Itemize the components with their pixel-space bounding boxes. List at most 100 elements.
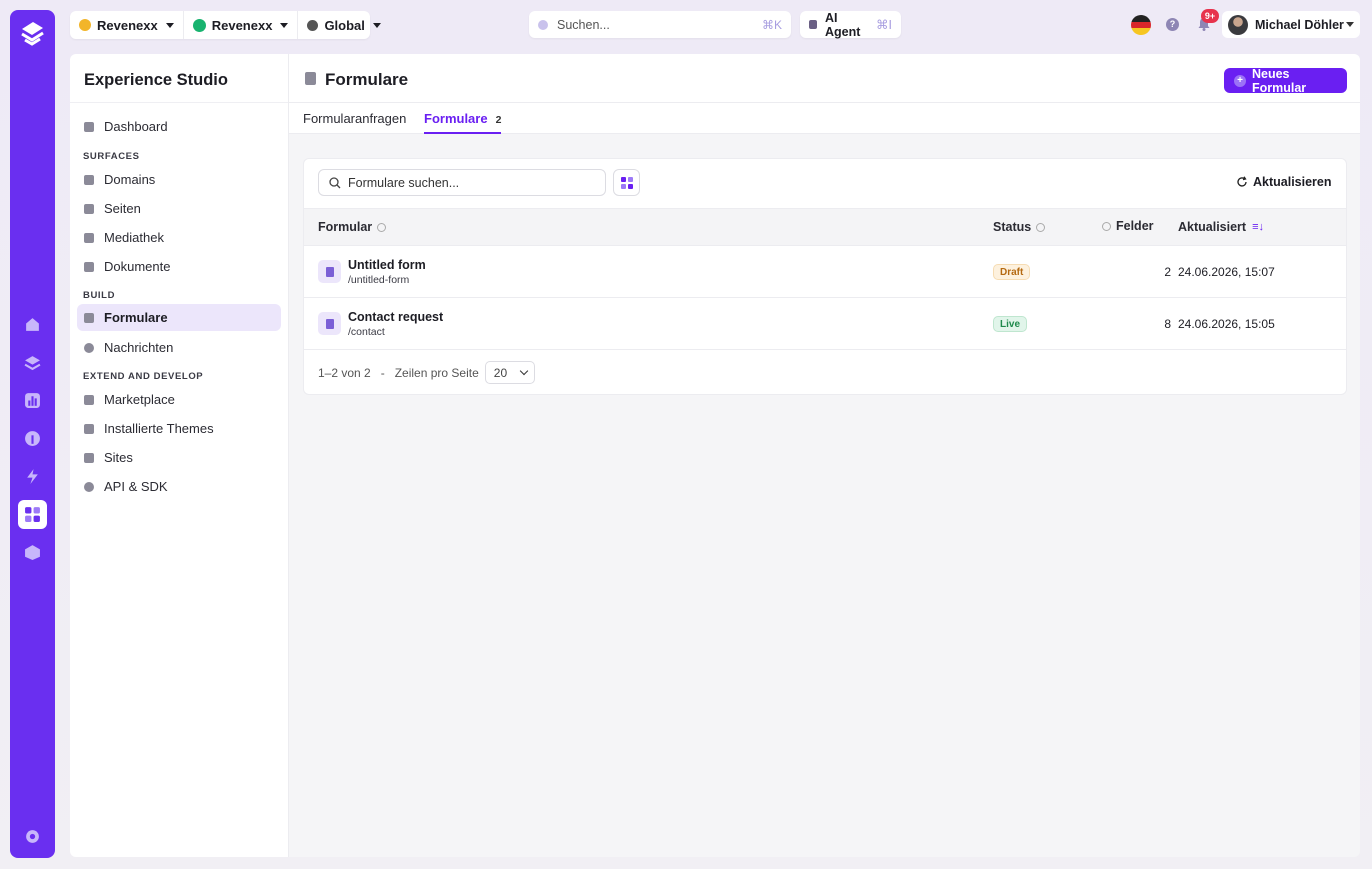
sidebar-item-dashboard[interactable]: Dashboard <box>77 113 281 140</box>
german-flag-icon[interactable] <box>1131 15 1151 35</box>
workspace-label: Revenexx <box>211 17 273 33</box>
rail-cube-icon[interactable] <box>18 538 47 567</box>
messages-icon <box>84 342 94 353</box>
column-info-icon <box>1102 221 1111 231</box>
form-search-placeholder: Formulare suchen... <box>348 175 460 190</box>
sidebar-item-label: Sites <box>104 450 133 465</box>
user-menu[interactable]: Michael Döhler <box>1222 11 1360 38</box>
rows-per-page-label: Zeilen pro Seite <box>394 365 479 380</box>
sidebar-item-label: Formulare <box>104 310 168 325</box>
section-build: BUILD <box>83 290 116 301</box>
sidebar: Experience Studio Dashboard SURFACES Dom… <box>70 54 289 857</box>
column-felder[interactable]: Felder <box>1097 219 1154 233</box>
form-icon <box>318 312 341 335</box>
column-label: Formular <box>318 220 373 234</box>
domains-icon <box>84 174 94 185</box>
pages-icon <box>84 203 94 214</box>
column-aktualisiert[interactable]: Aktualisiert ≡↓ <box>1178 220 1264 234</box>
dashboard-icon <box>84 121 94 132</box>
sidebar-item-mediathek[interactable]: Mediathek <box>77 224 281 251</box>
tab-label: Formulare <box>424 111 488 126</box>
global-search-placeholder: Suchen... <box>557 17 610 32</box>
table-header: Formular Status Felder Aktualisiert ≡↓ <box>304 208 1346 246</box>
rail-apps-icon[interactable] <box>18 500 47 529</box>
pagination-separator: - <box>380 365 385 380</box>
tab-formularanfragen[interactable]: Formularanfragen <box>303 111 406 134</box>
pagination-range: 1–2 von 2 <box>318 365 371 380</box>
forms-table-card: Formulare suchen... Aktualisieren Formul… <box>303 158 1347 395</box>
document-icon <box>84 261 94 272</box>
rail-home-icon[interactable] <box>18 310 47 339</box>
api-icon <box>84 481 94 492</box>
ai-agent-label: AI Agent <box>824 10 861 39</box>
sidebar-item-marketplace[interactable]: Marketplace <box>77 386 281 413</box>
sidebar-title: Experience Studio <box>84 71 228 89</box>
rail-settings-icon[interactable] <box>18 822 47 851</box>
help-icon[interactable]: ? <box>1166 18 1179 31</box>
sidebar-item-sites[interactable]: Sites <box>77 444 281 471</box>
page-header: Formulare + Neues Formular <box>289 54 1360 103</box>
sidebar-item-label: Mediathek <box>104 230 164 245</box>
refresh-button[interactable]: Aktualisieren <box>1236 175 1332 189</box>
notification-badge: 9+ <box>1201 9 1219 23</box>
sidebar-item-dokumente[interactable]: Dokumente <box>77 253 281 280</box>
pagination: 1–2 von 2 - Zeilen pro Seite 20 <box>318 361 535 384</box>
sidebar-item-installierte-themes[interactable]: Installierte Themes <box>77 415 281 442</box>
new-form-button[interactable]: + Neues Formular <box>1224 66 1347 95</box>
tenant-label: Revenexx <box>97 17 158 33</box>
brand-logo-icon <box>79 19 91 31</box>
page-title: Formulare <box>325 70 409 89</box>
sort-icon: ≡↓ <box>1252 221 1265 233</box>
rail-lightning-icon[interactable] <box>18 462 47 491</box>
sidebar-item-label: Installierte Themes <box>104 421 214 436</box>
globe-icon <box>307 19 319 31</box>
green-dot-icon <box>192 18 206 32</box>
sidebar-divider <box>70 102 288 103</box>
rail-location-icon[interactable] <box>18 424 47 453</box>
rail-analytics-icon[interactable] <box>18 386 47 415</box>
sidebar-item-formulare[interactable]: Formulare <box>77 304 281 331</box>
column-status[interactable]: Status <box>993 220 1050 234</box>
context-selectors: Revenexx Revenexx Global <box>70 11 381 39</box>
column-formular[interactable]: Formular <box>318 220 391 234</box>
themes-icon <box>84 423 94 434</box>
tenant-selector[interactable]: Revenexx <box>70 11 184 39</box>
rail-layers-icon[interactable] <box>18 348 47 377</box>
region-label: Global <box>324 17 365 33</box>
marketplace-icon <box>84 394 94 405</box>
column-label: Aktualisiert <box>1178 220 1247 234</box>
view-toggle-button[interactable] <box>613 169 640 196</box>
sidebar-item-seiten[interactable]: Seiten <box>77 195 281 222</box>
ai-agent-shortcut: ⌘I <box>876 18 892 32</box>
sidebar-item-nachrichten[interactable]: Nachrichten <box>77 334 281 361</box>
workspace-selector[interactable]: Revenexx <box>184 11 299 39</box>
search-shortcut: ⌘K <box>761 17 782 32</box>
field-count: 8 <box>1164 317 1171 331</box>
global-search[interactable]: Suchen... ⌘K <box>529 11 791 38</box>
table-row[interactable]: Contact request /contact Live 8 24.06.20… <box>304 298 1346 350</box>
status-badge: Draft <box>993 264 1031 280</box>
status-badge: Live <box>993 316 1028 332</box>
table-row[interactable]: Untitled form /untitled-form Draft 2 24.… <box>304 246 1346 298</box>
media-icon <box>84 232 94 243</box>
tab-count: 2 <box>495 114 502 126</box>
column-info-icon <box>377 222 387 232</box>
sidebar-item-api-sdk[interactable]: API & SDK <box>77 473 281 500</box>
column-info-icon <box>1036 222 1046 232</box>
region-selector[interactable]: Global <box>298 11 389 39</box>
ai-agent-button[interactable]: AI Agent ⌘I <box>800 10 901 39</box>
updated-at: 24.06.2026, 15:05 <box>1178 317 1275 331</box>
column-label: Status <box>993 220 1032 234</box>
sidebar-item-label: Seiten <box>104 201 141 216</box>
icon-rail <box>10 10 55 858</box>
rows-per-page-select[interactable]: 20 <box>484 361 535 384</box>
form-search-input[interactable]: Formulare suchen... <box>318 169 606 196</box>
ai-agent-icon <box>809 20 817 29</box>
section-extend-and-develop: EXTEND AND DEVELOP <box>83 371 204 382</box>
user-name: Michael Döhler <box>1255 17 1344 32</box>
sidebar-item-domains[interactable]: Domains <box>77 166 281 193</box>
new-form-label: Neues Formular <box>1251 66 1307 95</box>
app-logo-icon[interactable] <box>19 19 46 46</box>
tab-formulare[interactable]: Formulare 2 <box>424 111 502 134</box>
tab-label: Formularanfragen <box>303 111 407 126</box>
